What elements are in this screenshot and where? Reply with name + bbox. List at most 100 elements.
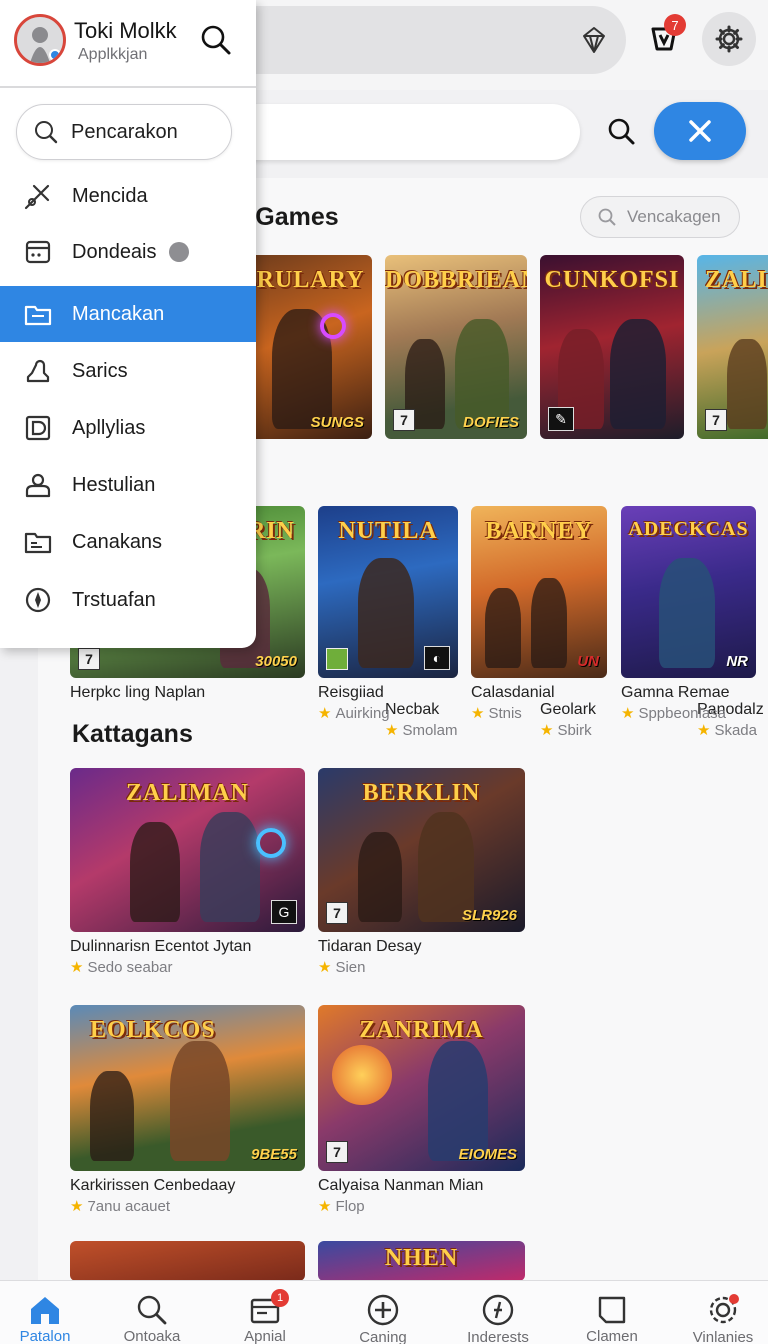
game-thumbnail: BERKLIN 7 SLR926 (318, 768, 525, 932)
bottom-nav-caning[interactable]: Caning (328, 1281, 438, 1344)
game-name: Geolark (540, 701, 597, 718)
game-sub: Sbirk (557, 722, 592, 739)
search-icon[interactable] (194, 18, 238, 62)
search-icon[interactable] (598, 108, 644, 154)
game-thumbnail: ZALI 7 (697, 255, 768, 439)
game-thumbnail: NUTILA ◐ (318, 506, 458, 678)
square-icon (598, 1296, 626, 1323)
star-icon: ★ (318, 959, 332, 976)
game-name: Gamna Remae (621, 684, 730, 701)
bottom-nav-label: Clamen (586, 1328, 638, 1344)
star-icon: ★ (697, 722, 711, 739)
archive-icon (24, 532, 52, 554)
filter-search[interactable]: Vencakagen (580, 196, 740, 238)
settings-button[interactable] (702, 12, 756, 66)
info-icon (168, 242, 189, 262)
search-icon (35, 121, 58, 144)
drawer-item-label: Hestulian (72, 473, 156, 496)
bottom-nav-inderests[interactable]: Inderests (443, 1281, 553, 1344)
drawer-item-label: Mencida (72, 184, 148, 207)
nav-badge: 1 (271, 1289, 289, 1307)
game-thumbnail: ZANRIMA 7 EIOMES (318, 1005, 525, 1171)
star-icon: ★ (318, 1198, 332, 1215)
star-icon: ★ (318, 705, 332, 722)
brand-icon: ◐ (424, 646, 450, 670)
app-subtitle: Applkkjan (78, 46, 148, 63)
game-sub: Sppbeonlasa (638, 705, 727, 722)
game-name: Reisgiiad (318, 684, 384, 701)
drawer-item-mancakan[interactable]: Mancakan (0, 286, 256, 342)
drawer-item-hestulian[interactable]: Hestulian (0, 457, 256, 513)
game-sub: Sedo seabar (87, 959, 173, 976)
bottom-nav-apnial[interactable]: 1 Apnial (210, 1281, 320, 1344)
drawer-search-input[interactable]: Pencarakon (16, 104, 232, 160)
gear-icon (715, 25, 743, 53)
online-indicator (49, 49, 61, 61)
clock-icon (482, 1294, 514, 1326)
main-search-input[interactable] (200, 104, 580, 160)
diamond-icon[interactable] (570, 18, 618, 62)
drawer-item-apllylias[interactable]: Apllylias (0, 400, 256, 456)
drawer-item-trstuafan[interactable]: Trstuafan (0, 572, 256, 628)
game-thumbnail: NHEN (318, 1241, 525, 1281)
game-thumbnail: CUNKOFSI ✎ (540, 255, 684, 439)
game-thumbnail: EOLKCOS 9BE55 (70, 1005, 305, 1171)
close-icon (689, 120, 711, 142)
game-thumbnail: ADECKCAS NR (621, 506, 756, 678)
bottom-nav-label: Apnial (244, 1328, 286, 1344)
close-button[interactable] (654, 102, 746, 160)
app-box-icon (25, 415, 51, 441)
game-thumbnail: DOBBRIEAN 7 DOFIES (385, 255, 527, 439)
bottom-nav-patalon[interactable]: Patalon (0, 1281, 100, 1344)
notification-badge: 7 (664, 14, 686, 36)
game-sub: 7anu acauet (87, 1198, 171, 1215)
bottom-nav-clamen[interactable]: Clamen (557, 1281, 667, 1344)
game-sub: Sien (335, 959, 366, 976)
avatar[interactable] (14, 14, 66, 66)
game-name: Necbak (385, 701, 440, 718)
drawer-item-mencida[interactable]: Mencida (0, 168, 256, 224)
bottom-nav-label: Vinlanies (692, 1329, 754, 1344)
drawer-item-label: Dondeais (72, 240, 157, 263)
navigation-drawer: Toki Molkk Applkkjan Pencarakon Mencida … (0, 0, 256, 648)
star-icon: ★ (471, 705, 485, 722)
drawer-item-label: Canakans (72, 530, 163, 553)
drawer-item-label: Apllylias (72, 416, 146, 439)
drawer-item-sarics[interactable]: Sarics (0, 343, 256, 399)
game-sub: Stnis (488, 705, 522, 722)
star-icon: ★ (540, 722, 554, 739)
bottom-nav-label: Caning (359, 1329, 407, 1344)
drawer-item-canakans[interactable]: Canakans (0, 514, 256, 570)
bell-icon (26, 359, 50, 383)
notification-button[interactable]: 7 (640, 14, 688, 62)
game-name: Tidaran Desay (318, 938, 422, 955)
drawer-item-label: Trstuafan (72, 588, 156, 611)
drawer-header: Toki Molkk Applkkjan (0, 0, 256, 88)
brand-icon: ✎ (548, 407, 574, 431)
section-title-categories: Kattagans (72, 720, 193, 748)
folder-icon (24, 305, 52, 326)
star-icon: ★ (385, 722, 399, 739)
drawer-search-placeholder: Pencarakon (71, 120, 178, 143)
drawer-item-label: Sarics (72, 359, 128, 382)
app-name: Toki Molkk (74, 18, 177, 43)
plus-circle-icon (367, 1294, 399, 1326)
game-name: Calasdanial (471, 684, 555, 701)
bottom-nav-vinlanies[interactable]: Vinlanies (668, 1281, 768, 1344)
game-name: Dulinnarisn Ecentot Jytan (70, 938, 252, 955)
user-icon (25, 473, 51, 498)
bottom-navigation: Patalon Ontoaka 1 Apnial Caning Inderest… (0, 1280, 768, 1344)
game-name: Calyaisa Nanman Mian (318, 1177, 484, 1194)
game-sub: Smolam (402, 722, 458, 739)
bottom-nav-ontoaka[interactable]: Ontoaka (97, 1281, 207, 1344)
drawer-item-label: Mancakan (72, 302, 165, 325)
bottom-nav-label: Ontoaka (123, 1328, 181, 1344)
home-icon (31, 1296, 59, 1324)
game-thumbnail (70, 1241, 305, 1281)
game-sub: Auirking (335, 705, 390, 722)
window-icon (25, 240, 51, 264)
game-name: Karkirissen Cenbedaay (70, 1177, 236, 1194)
drawer-item-dondeais[interactable]: Dondeais (0, 224, 256, 280)
star-icon: ★ (70, 1198, 84, 1215)
search-icon (137, 1295, 167, 1324)
